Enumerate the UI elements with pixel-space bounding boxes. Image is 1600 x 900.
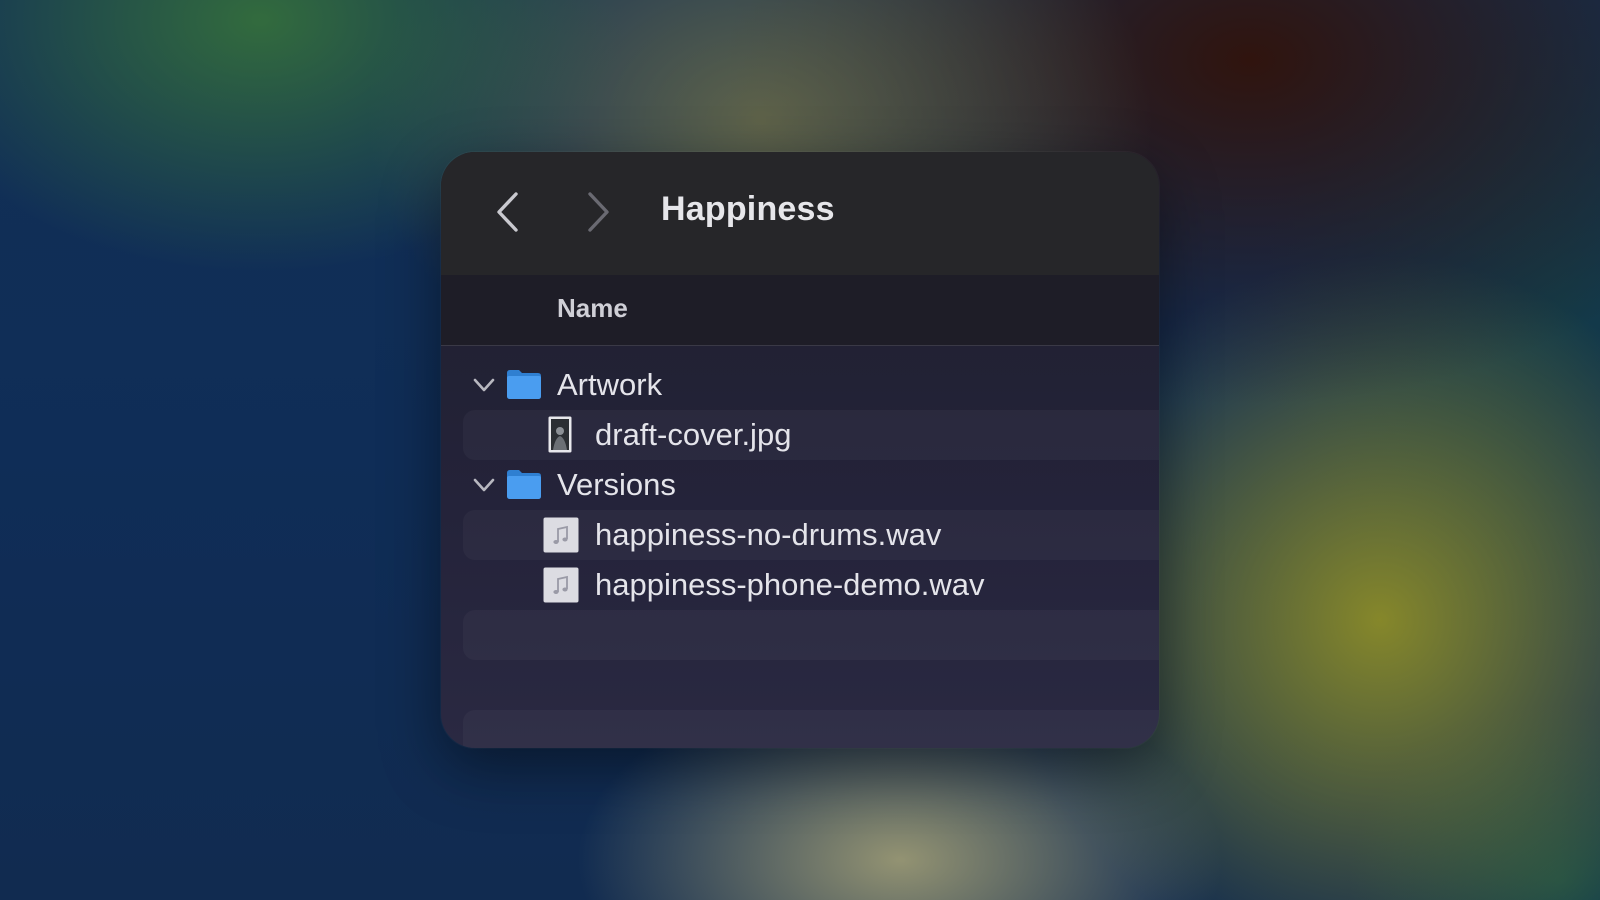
empty-row — [441, 660, 1159, 710]
chevron-down-icon[interactable] — [471, 372, 497, 398]
chevron-right-icon — [588, 192, 609, 232]
list-item-artwork[interactable]: Artwork — [441, 360, 1159, 410]
finder-window: Happiness Name Artwork draft-cover.jpg V… — [441, 152, 1159, 748]
chevron-down-icon[interactable] — [471, 472, 497, 498]
audio-file-icon — [543, 567, 579, 603]
forward-button[interactable] — [579, 188, 619, 236]
empty-row — [441, 610, 1159, 660]
list-item-no-drums[interactable]: happiness-no-drums.wav — [441, 510, 1159, 560]
item-name: happiness-phone-demo.wav — [595, 567, 985, 602]
window-title: Happiness — [661, 190, 835, 228]
back-button[interactable] — [487, 188, 527, 236]
item-name: Artwork — [557, 367, 663, 402]
item-name: happiness-no-drums.wav — [595, 517, 942, 552]
list-header: Name — [441, 275, 1159, 346]
empty-row — [441, 710, 1159, 748]
window-toolbar: Happiness — [441, 152, 1159, 275]
name-column-header[interactable]: Name — [557, 293, 628, 324]
folder-icon — [507, 470, 541, 499]
folder-icon — [507, 370, 541, 399]
chevron-left-icon — [497, 192, 518, 232]
audio-file-icon — [543, 517, 579, 553]
list-item-phone-demo[interactable]: happiness-phone-demo.wav — [441, 560, 1159, 610]
list-item-versions[interactable]: Versions — [441, 460, 1159, 510]
list-item-draft-cover[interactable]: draft-cover.jpg — [441, 410, 1159, 460]
image-file-icon — [548, 416, 572, 453]
item-name: Versions — [557, 467, 676, 502]
item-name: draft-cover.jpg — [595, 417, 792, 452]
